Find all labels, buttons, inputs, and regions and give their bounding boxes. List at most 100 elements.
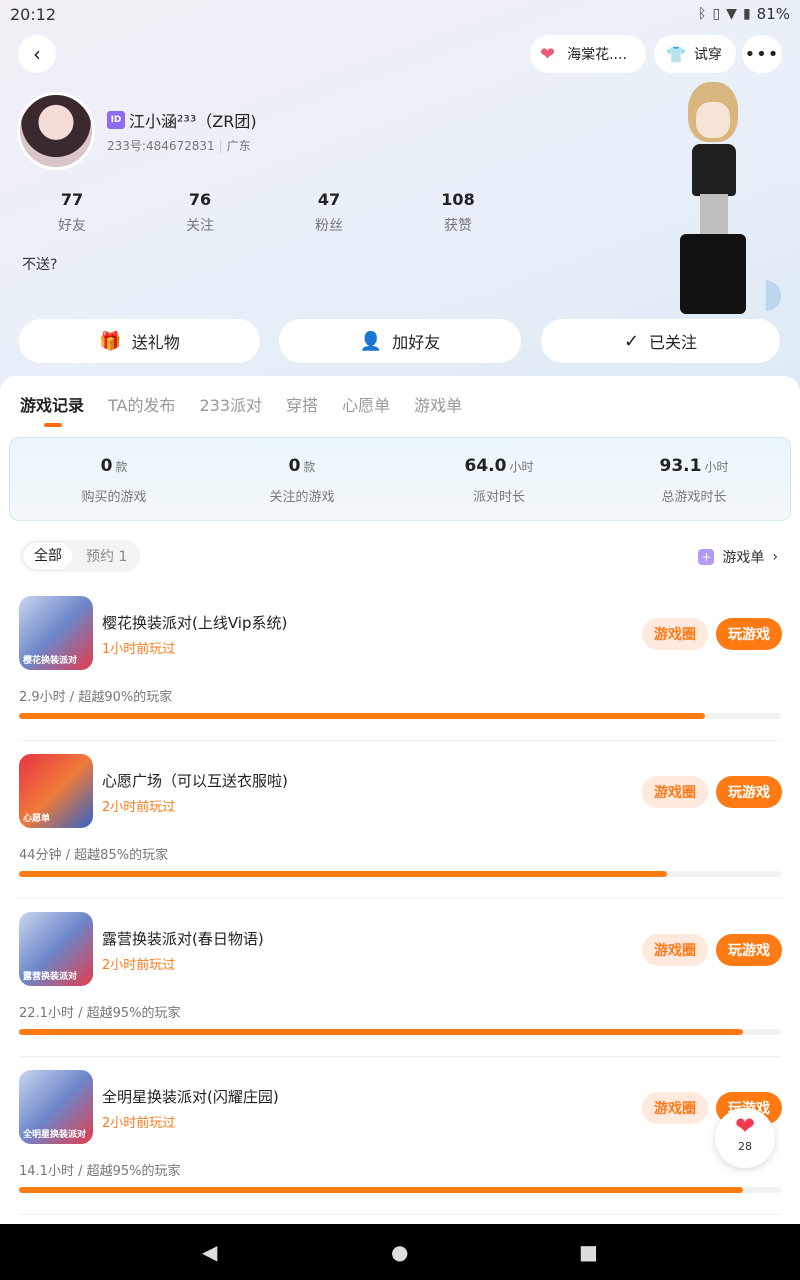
stat-friends-label: 好友 [58, 218, 86, 234]
playtime-progress-bar [19, 1187, 781, 1193]
id-badge-icon: ID [107, 111, 125, 129]
send-gift-label: 送礼物 [131, 333, 180, 352]
status-time: 20:12 [10, 5, 57, 24]
play-game-button[interactable]: 玩游戏 [716, 618, 782, 650]
summary-total-time: 93.1 小时 总游戏时长 [659, 456, 729, 505]
play-game-button[interactable]: 玩游戏 [716, 934, 782, 966]
tab-game-list[interactable]: 游戏单 [414, 392, 462, 416]
game-icon[interactable]: 露营换装派对 [19, 912, 93, 986]
summary-purchased: 0款 购买的游戏 [81, 456, 147, 505]
user-id-line: 233号:484672831 | 广东 [107, 139, 251, 153]
stat-friends[interactable]: 77 好友 [32, 190, 112, 235]
game-summary-card: 0款 购买的游戏 0款 关注的游戏 64.0 小时 派对时长 93.1 小时 总游戏… [9, 437, 791, 521]
stat-following-label: 关注 [186, 218, 214, 234]
play-game-button[interactable]: 玩游戏 [716, 776, 782, 808]
vibrate-icon: ▯ [712, 6, 721, 22]
more-button[interactable]: ••• [742, 35, 782, 73]
stat-likes-count: 108 [441, 190, 475, 209]
playtime-progress-bar [19, 871, 781, 877]
try-on-label: 试穿 [693, 47, 722, 63]
heart-icon: ❤ [734, 1112, 756, 1140]
game-circle-button[interactable]: 游戏圈 [642, 934, 708, 966]
followed-label: 已关注 [649, 333, 698, 352]
game-row[interactable]: 全明星换装派对 全明星换装派对(闪耀庄园) 2小时前玩过 游戏圈 玩游戏 14.… [0, 1070, 800, 1228]
add-user-icon: 👤 [359, 330, 383, 352]
stat-likes[interactable]: 108 获赞 [418, 190, 498, 235]
filter-reserved[interactable]: 预约 1 [86, 546, 127, 566]
user-region: 广东 [226, 139, 251, 153]
user-id: 233号:484672831 [107, 139, 215, 153]
send-gift-button[interactable]: 🎁 送礼物 [19, 319, 260, 363]
tab-posts[interactable]: TA的发布 [108, 392, 175, 416]
game-circle-button[interactable]: 游戏圈 [642, 776, 708, 808]
game-row[interactable]: 樱花换装派对 樱花换装派对(上线Vip系统) 1小时前玩过 游戏圈 玩游戏 2.… [0, 596, 800, 754]
floating-like-button[interactable]: ❤ 28 [715, 1108, 775, 1168]
username-text: 江小涵²³³（ZR团) [129, 112, 257, 131]
stat-fans[interactable]: 47 粉丝 [289, 190, 369, 235]
signature: 不送? [22, 257, 58, 273]
game-list-label: 游戏单 [722, 550, 765, 566]
avatar-character-figure[interactable] [670, 78, 760, 318]
heart-icon: ❤ [540, 43, 556, 65]
game-circle-button[interactable]: 游戏圈 [642, 618, 708, 650]
game-playtime-stat: 2.9小时 / 超越90%的玩家 [19, 690, 173, 705]
stat-following-count: 76 [188, 190, 212, 209]
more-dots-icon: ••• [744, 43, 780, 65]
tab-bar: 游戏记录 TA的发布 233派对 穿搭 心愿单 游戏单 [20, 392, 462, 416]
system-nav-bar: ◀ ● ■ [0, 1224, 800, 1280]
chevron-right-icon: › [772, 549, 778, 565]
avatar[interactable] [17, 92, 95, 170]
wifi-icon: ▼ [726, 6, 737, 22]
game-list-icon: + [698, 549, 715, 565]
stat-likes-label: 获赞 [444, 218, 472, 234]
game-row[interactable]: 心愿单 心愿广场（可以互送衣服啦) 2小时前玩过 游戏圈 玩游戏 44分钟 / … [0, 754, 800, 912]
filter-all[interactable]: 全部 [24, 543, 72, 569]
game-icon[interactable]: 全明星换装派对 [19, 1070, 93, 1144]
nav-recents-icon[interactable]: ■ [579, 1240, 598, 1264]
back-button[interactable]: ‹ [18, 35, 56, 73]
username: ID 江小涵²³³（ZR团) [107, 108, 257, 132]
filter-segment: 全部 预约 1 [20, 540, 140, 572]
game-playtime-stat: 14.1小时 / 超越95%的玩家 [19, 1164, 181, 1179]
stat-following[interactable]: 76 关注 [160, 190, 240, 235]
status-bar: 20:12 ᛒ ▯ ▼ ▮ 81% [0, 0, 800, 30]
battery-level: 81% [756, 5, 790, 23]
add-friend-button[interactable]: 👤 加好友 [279, 319, 521, 363]
followed-button[interactable]: ✓ 已关注 [541, 319, 780, 363]
game-icon[interactable]: 樱花换装派对 [19, 596, 93, 670]
nav-home-icon[interactable]: ● [391, 1240, 408, 1264]
battery-icon: ▮ [742, 6, 751, 22]
like-count: 28 [738, 1140, 752, 1153]
haitang-label: 海棠花.... [567, 47, 627, 63]
add-friend-label: 加好友 [392, 333, 441, 352]
nav-back-icon[interactable]: ◀ [202, 1240, 217, 1264]
game-playtime-stat: 44分钟 / 超越85%的玩家 [19, 848, 169, 863]
game-name: 全明星换装派对(闪耀庄园) [102, 1088, 279, 1106]
game-icon[interactable]: 心愿单 [19, 754, 93, 828]
try-on-button[interactable]: 👕 试穿 [654, 35, 736, 73]
game-name: 樱花换装派对(上线Vip系统) [102, 614, 288, 632]
tab-game-records[interactable]: 游戏记录 [20, 392, 84, 416]
haitang-button[interactable]: ❤ 海棠花.... [530, 35, 646, 73]
shirt-icon: 👕 [666, 44, 686, 64]
game-last-played: 1小时前玩过 [102, 642, 176, 657]
tab-outfits[interactable]: 穿搭 [286, 392, 318, 416]
tab-wishlist[interactable]: 心愿单 [342, 392, 390, 416]
back-arrow-icon: ‹ [33, 42, 41, 66]
stat-fans-label: 粉丝 [315, 218, 343, 234]
check-icon: ✓ [623, 330, 640, 352]
bluetooth-icon: ᛒ [698, 6, 707, 22]
divider [19, 898, 781, 899]
game-last-played: 2小时前玩过 [102, 958, 176, 973]
game-circle-button[interactable]: 游戏圈 [642, 1092, 708, 1124]
game-name: 露营换装派对(春日物语) [102, 930, 264, 948]
game-list-link[interactable]: + 游戏单 › [698, 547, 778, 567]
divider [19, 1214, 781, 1215]
summary-party-time: 64.0 小时 派对时长 [464, 456, 534, 505]
tab-indicator [44, 423, 62, 427]
tab-233-party[interactable]: 233派对 [200, 392, 263, 416]
stat-fans-count: 47 [317, 190, 341, 209]
playtime-progress-bar [19, 713, 781, 719]
game-playtime-stat: 22.1小时 / 超越95%的玩家 [19, 1006, 181, 1021]
game-row[interactable]: 露营换装派对 露营换装派对(春日物语) 2小时前玩过 游戏圈 玩游戏 22.1小… [0, 912, 800, 1070]
